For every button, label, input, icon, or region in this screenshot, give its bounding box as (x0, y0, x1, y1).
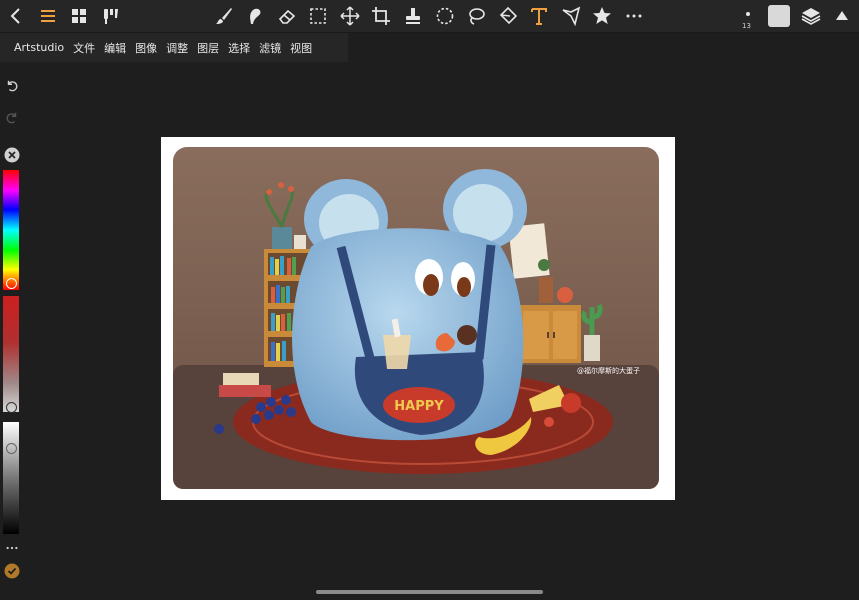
menu-view[interactable]: 视图 (290, 40, 312, 56)
plant-pot (272, 227, 292, 249)
brush-size-label: 13 (742, 22, 751, 30)
menu-layer[interactable]: 图层 (197, 40, 219, 56)
layers-button[interactable] (799, 4, 823, 28)
menu-button[interactable] (36, 4, 60, 28)
stamp-icon (406, 8, 420, 24)
mouse-eye-right (457, 277, 471, 297)
menu-bar: Artstudio 文件 编辑 图像 调整 图层 选择 滤镜 视图 (0, 33, 348, 62)
more-tools-button[interactable] (622, 4, 646, 28)
crop-icon (372, 7, 390, 25)
menu-edit[interactable]: 编辑 (104, 40, 126, 56)
stamp-tool-button[interactable] (401, 4, 425, 28)
book-stack (219, 385, 271, 397)
menu-adjust[interactable]: 调整 (166, 40, 188, 56)
cabinet (519, 305, 581, 363)
text-tool-button[interactable] (527, 4, 551, 28)
saturation-slider[interactable] (3, 296, 19, 412)
vector-pen-icon (562, 6, 581, 26)
menu-filter[interactable]: 滤镜 (259, 40, 281, 56)
home-indicator[interactable] (316, 590, 543, 594)
more-options-button[interactable] (4, 540, 20, 556)
eraser-icon (278, 9, 296, 24)
grid-icon (72, 9, 86, 23)
favorites-button[interactable] (590, 4, 614, 28)
hue-slider[interactable] (3, 170, 19, 290)
redo-icon (6, 112, 17, 124)
star-icon (593, 7, 611, 24)
menu-file[interactable]: 文件 (73, 40, 95, 56)
more-horizontal-icon (626, 14, 642, 18)
layers-icon (801, 8, 821, 25)
paint-tool-button[interactable] (212, 4, 236, 28)
cactus-pot (584, 335, 600, 361)
menu-select[interactable]: 选择 (228, 40, 250, 56)
color-swatch-button[interactable] (767, 4, 791, 28)
saturation-slider-handle[interactable] (6, 402, 17, 413)
lightness-slider-handle[interactable] (6, 443, 17, 454)
close-color-panel-button[interactable] (4, 147, 20, 163)
lasso-icon (469, 8, 485, 25)
belly-text: HAPPY (394, 399, 444, 414)
ellipse-select-icon (436, 7, 454, 25)
fill-tool-button[interactable] (496, 4, 520, 28)
triangle-up-icon (836, 11, 848, 20)
brush-settings-button[interactable] (99, 4, 123, 28)
menu-app[interactable]: Artstudio (14, 41, 64, 54)
vector-tool-button[interactable] (559, 4, 583, 28)
crop-tool-button[interactable] (369, 4, 393, 28)
canvas-document[interactable]: HAPPY @福尔摩斯的大蛋子 (161, 137, 675, 500)
move-tool-button[interactable] (338, 4, 362, 28)
rectangle-select-icon (310, 8, 326, 24)
menu-image[interactable]: 图像 (135, 40, 157, 56)
eraser-tool-button[interactable] (275, 4, 299, 28)
hamburger-menu-icon (41, 10, 55, 22)
lightness-slider[interactable] (3, 422, 19, 534)
left-sidebar (0, 62, 24, 600)
apple (561, 393, 581, 413)
back-button[interactable] (4, 4, 28, 28)
paintbrush-icon (216, 8, 232, 24)
boba-cup (383, 335, 411, 369)
artwork-illustration: HAPPY @福尔摩斯的大蛋子 (173, 147, 659, 489)
lasso-tool-button[interactable] (464, 4, 488, 28)
clock (557, 287, 573, 303)
undo-icon (7, 80, 18, 92)
gallery-button[interactable] (67, 4, 91, 28)
brush-settings-icon (104, 9, 118, 24)
text-icon (531, 8, 547, 25)
mouse-eye-left (423, 274, 439, 296)
hue-slider-handle[interactable] (6, 278, 17, 289)
undo-button[interactable] (4, 78, 20, 94)
watermark-text: @福尔摩斯的大蛋子 (577, 366, 640, 375)
smudge-tool-button[interactable] (243, 4, 267, 28)
more-horizontal-icon (6, 546, 18, 550)
current-color-swatch (768, 5, 790, 27)
chevron-left-icon (10, 8, 20, 24)
checkmark-icon (4, 563, 20, 579)
close-icon (4, 147, 20, 163)
confirm-button[interactable] (4, 563, 20, 579)
fill-bucket-icon (499, 6, 518, 25)
collapse-toolbar-button[interactable] (830, 4, 854, 28)
move-icon (340, 6, 360, 26)
smudge-icon (250, 8, 261, 24)
ellipse-select-tool-button[interactable] (433, 4, 457, 28)
rect-select-tool-button[interactable] (306, 4, 330, 28)
redo-button[interactable] (4, 110, 20, 126)
top-toolbar: 13 (0, 0, 859, 33)
